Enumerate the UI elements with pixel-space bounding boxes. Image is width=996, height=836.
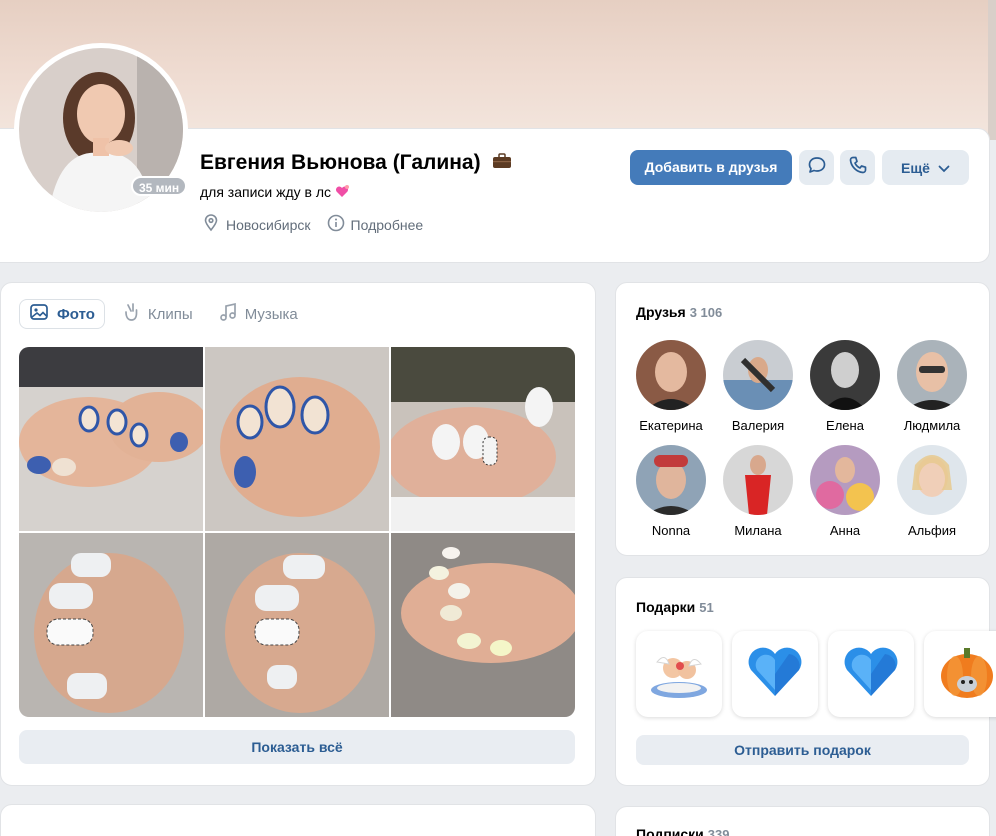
friend-name: Милана xyxy=(734,523,782,538)
friend-item[interactable]: Милана xyxy=(714,445,802,538)
profile-name-text: Евгения Вьюнова (Галина) xyxy=(200,151,481,174)
friend-avatar xyxy=(810,340,880,410)
friend-avatar xyxy=(897,445,967,515)
phone-icon xyxy=(848,155,868,180)
tab-photos[interactable]: Фото xyxy=(19,299,105,329)
photo-thumbnail[interactable] xyxy=(205,347,389,531)
gift-item[interactable] xyxy=(924,631,996,717)
photo-thumbnail[interactable] xyxy=(391,533,575,717)
profile-name: Евгения Вьюнова (Галина) xyxy=(200,151,512,175)
gift-item[interactable] xyxy=(636,631,722,717)
profile-city[interactable]: Новосибирск xyxy=(226,217,311,233)
wall-card xyxy=(0,804,596,836)
tab-music[interactable]: Музыка xyxy=(210,299,307,329)
friend-name: Альфия xyxy=(907,523,957,538)
photo-thumbnail[interactable] xyxy=(19,533,203,717)
friends-count: 3 106 xyxy=(689,305,723,320)
friends-title-text: Друзья xyxy=(636,304,686,320)
subscriptions-title-text: Подписки xyxy=(636,826,704,836)
photo-thumbnail[interactable] xyxy=(391,347,575,531)
media-tabs: Фото Клипы Музыка xyxy=(19,299,307,329)
show-all-button[interactable]: Показать всё xyxy=(19,730,575,764)
friend-item[interactable]: Анна xyxy=(801,445,889,538)
chevron-down-icon xyxy=(938,160,950,176)
pumpkin-gift-icon xyxy=(937,642,996,707)
tab-music-label: Музыка xyxy=(244,305,298,323)
profile-status: для записи жду в лс xyxy=(200,184,349,202)
briefcase-icon xyxy=(492,151,512,175)
friend-avatar xyxy=(636,340,706,410)
scrollbar[interactable] xyxy=(988,0,996,140)
location-icon xyxy=(202,214,220,235)
music-icon xyxy=(219,302,237,326)
blue-heart-gift-icon xyxy=(745,644,805,705)
photo-thumbnail[interactable] xyxy=(205,533,389,717)
friends-title[interactable]: Друзья 3 106 xyxy=(636,304,722,320)
clips-icon xyxy=(122,302,140,326)
gift-item[interactable] xyxy=(828,631,914,717)
friend-name: Анна xyxy=(829,523,861,538)
friend-name: Екатерина xyxy=(639,418,703,433)
send-gift-button[interactable]: Отправить подарок xyxy=(636,735,969,765)
add-friend-button[interactable]: Добавить в друзья xyxy=(630,150,792,185)
profile-details-link[interactable]: Подробнее xyxy=(351,217,424,233)
friend-avatar xyxy=(636,445,706,515)
tab-clips-label: Клипы xyxy=(147,305,193,323)
gift-item[interactable] xyxy=(732,631,818,717)
photo-grid xyxy=(19,347,575,717)
call-button[interactable] xyxy=(840,150,875,185)
heart-icon xyxy=(335,184,349,202)
profile-status-text: для записи жду в лс xyxy=(200,184,332,200)
friend-name: Валерия xyxy=(731,418,785,433)
friend-item[interactable]: Людмила xyxy=(888,340,976,433)
tab-photos-label: Фото xyxy=(57,305,95,323)
angel-gift-icon xyxy=(647,642,711,707)
gifts-count: 51 xyxy=(699,600,714,615)
profile-meta: Новосибирск Подробнее xyxy=(202,214,433,235)
tab-clips[interactable]: Клипы xyxy=(113,299,202,329)
online-status-badge: 35 мин xyxy=(131,176,188,196)
friend-item[interactable]: Валерия xyxy=(714,340,802,433)
message-icon xyxy=(807,155,827,180)
friend-name: Елена xyxy=(826,418,864,433)
subscriptions-title[interactable]: Подписки 339 xyxy=(636,826,729,836)
friend-item[interactable]: Елена xyxy=(801,340,889,433)
message-button[interactable] xyxy=(799,150,834,185)
subscriptions-count: 339 xyxy=(707,827,730,836)
friend-avatar xyxy=(723,340,793,410)
blue-heart-gift-icon xyxy=(841,644,901,705)
friend-avatar xyxy=(810,445,880,515)
gifts-title[interactable]: Подарки 51 xyxy=(636,599,714,615)
photo-icon xyxy=(29,302,49,326)
friend-name: Людмила xyxy=(903,418,961,433)
gifts-title-text: Подарки xyxy=(636,599,696,615)
friend-item[interactable]: Альфия xyxy=(888,445,976,538)
more-button[interactable]: Ещё xyxy=(882,150,969,185)
friend-item[interactable]: Nonna xyxy=(627,445,715,538)
photo-thumbnail[interactable] xyxy=(19,347,203,531)
info-icon xyxy=(327,214,345,235)
friend-avatar xyxy=(723,445,793,515)
friend-name: Nonna xyxy=(651,523,691,538)
more-button-label: Ещё xyxy=(901,159,930,176)
friend-item[interactable]: Екатерина xyxy=(627,340,715,433)
friend-avatar xyxy=(897,340,967,410)
